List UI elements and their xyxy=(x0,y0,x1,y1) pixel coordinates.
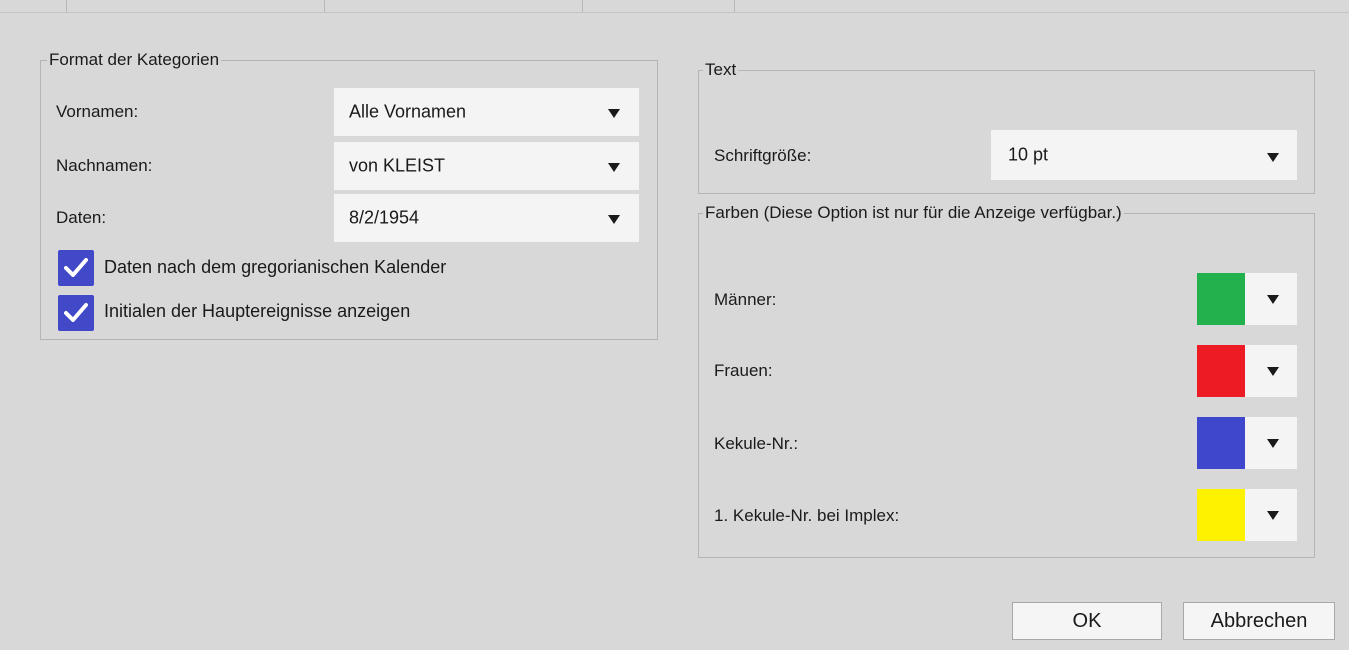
format-group-legend: Format der Kategorien xyxy=(49,50,220,69)
chevron-down-icon xyxy=(1267,295,1279,304)
colors-group-legend: Farben (Diese Option ist nur für die Anz… xyxy=(705,203,1122,222)
tab-strip xyxy=(0,0,1349,13)
kekule-label: Kekule-Nr.: xyxy=(714,434,799,453)
vornamen-select[interactable]: Alle Vornamen xyxy=(334,88,639,136)
maenner-color-swatch xyxy=(1197,273,1245,325)
tab-divider xyxy=(66,0,67,12)
initials-checkbox-label: Initialen der Hauptereignisse anzeigen xyxy=(104,301,411,321)
implex-color-swatch xyxy=(1197,489,1245,541)
vornamen-value: Alle Vornamen xyxy=(349,101,467,122)
fontsize-select[interactable]: 10 pt xyxy=(991,130,1297,180)
tab-divider xyxy=(734,0,735,12)
daten-select[interactable]: 8/2/1954 xyxy=(334,194,639,242)
text-group-legend: Text xyxy=(705,60,737,79)
gregorian-checkbox-label: Daten nach dem gregorianischen Kalender xyxy=(104,257,447,277)
implex-color-picker[interactable] xyxy=(1197,489,1297,541)
frauen-color-swatch xyxy=(1197,345,1245,397)
daten-label: Daten: xyxy=(56,208,107,227)
chevron-down-icon xyxy=(1267,153,1279,162)
daten-value: 8/2/1954 xyxy=(349,207,420,228)
vornamen-label: Vornamen: xyxy=(56,102,139,121)
ok-button[interactable]: OK xyxy=(1012,602,1162,640)
tab-divider xyxy=(582,0,583,12)
gregorian-checkbox[interactable] xyxy=(58,250,94,286)
checkmark-icon xyxy=(64,303,88,322)
implex-label: 1. Kekule-Nr. bei Implex: xyxy=(714,506,900,525)
kekule-color-picker[interactable] xyxy=(1197,417,1297,469)
fontsize-value: 10 pt xyxy=(1008,144,1049,165)
initials-checkbox[interactable] xyxy=(58,295,94,331)
chevron-down-icon xyxy=(1267,439,1279,448)
chevron-down-icon xyxy=(608,109,620,118)
checkmark-icon xyxy=(64,258,88,277)
frauen-color-picker[interactable] xyxy=(1197,345,1297,397)
chevron-down-icon xyxy=(1267,511,1279,520)
kekule-color-swatch xyxy=(1197,417,1245,469)
chevron-down-icon xyxy=(608,163,620,172)
nachnamen-label: Nachnamen: xyxy=(56,156,153,175)
chevron-down-icon xyxy=(608,215,620,224)
nachnamen-select[interactable]: von KLEIST xyxy=(334,142,639,190)
maenner-color-picker[interactable] xyxy=(1197,273,1297,325)
chevron-down-icon xyxy=(1267,367,1279,376)
cancel-button[interactable]: Abbrechen xyxy=(1183,602,1335,640)
maenner-label: Männer: xyxy=(714,290,777,309)
tab-divider xyxy=(324,0,325,12)
frauen-label: Frauen: xyxy=(714,361,773,380)
fontsize-label: Schriftgröße: xyxy=(714,146,812,165)
nachnamen-value: von KLEIST xyxy=(349,155,446,176)
